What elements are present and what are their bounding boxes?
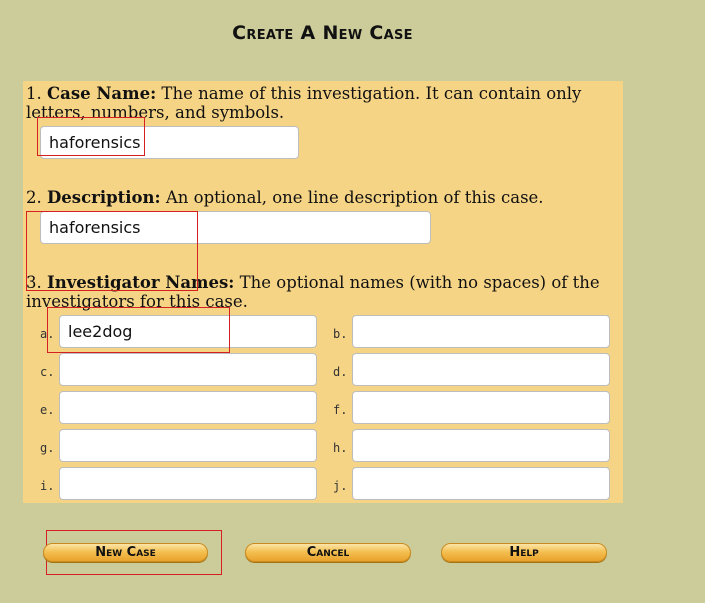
- form-panel: 1. Case Name: The name of this investiga…: [23, 81, 623, 503]
- investigator-j-input[interactable]: [352, 467, 610, 500]
- investigator-a-letter: a.: [40, 327, 55, 341]
- investigator-e-input[interactable]: [59, 391, 317, 424]
- case-name-label: Case Name:: [47, 84, 157, 103]
- investigator-g-input[interactable]: [59, 429, 317, 462]
- case-name-input[interactable]: [40, 126, 299, 159]
- help-button[interactable]: Help: [441, 543, 607, 562]
- investigators-text: 3. Investigator Names: The optional name…: [26, 273, 626, 311]
- investigator-d-input[interactable]: [352, 353, 610, 386]
- description-input[interactable]: [40, 211, 431, 244]
- investigator-i-letter: i.: [40, 479, 55, 493]
- investigator-f-input[interactable]: [352, 391, 610, 424]
- investigator-f-letter: f.: [333, 403, 348, 417]
- investigator-c-letter: c.: [40, 365, 55, 379]
- investigator-g-letter: g.: [40, 441, 55, 455]
- investigator-i-input[interactable]: [59, 467, 317, 500]
- description-label: Description:: [47, 188, 161, 207]
- investigator-a-input[interactable]: [59, 315, 317, 348]
- investigator-e-letter: e.: [40, 403, 55, 417]
- investigator-j-letter: j.: [333, 479, 348, 493]
- investigator-b-input[interactable]: [352, 315, 610, 348]
- cancel-button[interactable]: Cancel: [245, 543, 411, 562]
- description-text: 2. Description: An optional, one line de…: [26, 188, 626, 207]
- investigators-number: 3.: [26, 273, 42, 292]
- page-title: Create A New Case: [232, 22, 413, 44]
- case-name-text: 1. Case Name: The name of this investiga…: [26, 84, 626, 122]
- investigator-h-letter: h.: [333, 441, 348, 455]
- investigator-d-letter: d.: [333, 365, 348, 379]
- investigator-h-input[interactable]: [352, 429, 610, 462]
- investigator-c-input[interactable]: [59, 353, 317, 386]
- new-case-button[interactable]: New Case: [43, 543, 208, 562]
- description-description: An optional, one line description of thi…: [160, 188, 544, 207]
- investigator-b-letter: b.: [333, 327, 348, 341]
- description-number: 2.: [26, 188, 42, 207]
- investigators-label: Investigator Names:: [47, 273, 235, 292]
- case-name-number: 1.: [26, 84, 42, 103]
